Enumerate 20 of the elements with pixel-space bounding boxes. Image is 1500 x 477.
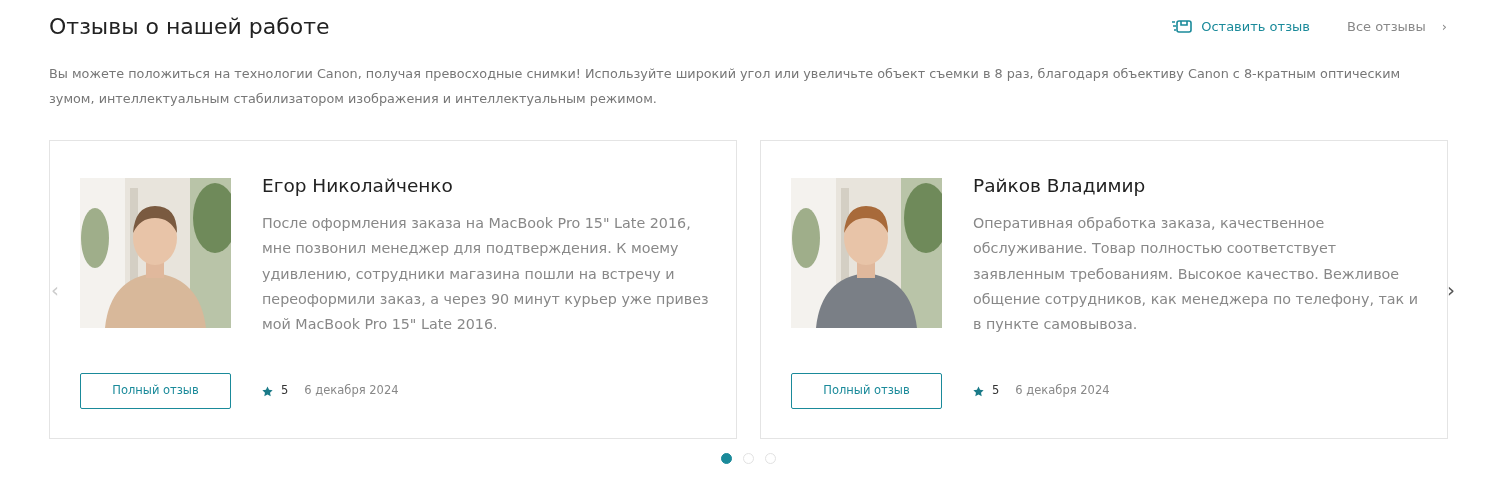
description-text: Вы можете положиться на технологии Canon, получая превосходные снимки! Используйте широкий угол или увеличьте объект съемки в 8 раз, благодаря объективу Canon с 8-кратным оптическим зумом, интеллектуальным стабилизатором изображения и интеллектуальным режимом. — [49, 65, 1402, 108]
review-icon — [1171, 19, 1194, 35]
rating-value: 5 — [992, 382, 1000, 400]
section-title: Отзывы о нашей работе — [49, 13, 330, 41]
star-icon — [262, 385, 273, 397]
review-date: 6 декабря 2024 — [304, 382, 399, 400]
star-icon — [973, 385, 984, 397]
reviewer-name: Егор Николайченко — [262, 175, 454, 197]
full-review-button[interactable]: Полный отзыв — [791, 373, 942, 409]
rating-value: 5 — [281, 382, 289, 400]
review-text: Оперативная обработка заказа, качественное обслуживание. Товар полностью соответствует заявленным требованиям. Высокое качество. Вежливое общение сотрудников, как менеджера по телефону, так и в пункте самовывоза. — [973, 214, 1420, 335]
review-date: 6 декабря 2024 — [1015, 382, 1110, 400]
chevron-icon: › — [1441, 17, 1447, 37]
page-dot[interactable] — [721, 453, 732, 464]
next-button[interactable]: › — [1444, 279, 1458, 300]
write-review-link[interactable]: Оставить отзыв — [1171, 17, 1310, 37]
full-review-button[interactable]: Полный отзыв — [80, 373, 231, 409]
all-reviews-link[interactable]: Все отзывы — [1346, 17, 1426, 37]
review-text: После оформления заказа на MacBook Pro 15" Late 2016, мне позвонил менеджер для подтверждения. К моему удивлению, сотрудники магазина пошли на встречу и переоформили заказ, а через 90 минут курьер уже привез мой MacBook Pro 15" Late 2016. — [262, 214, 710, 335]
reviewer-name: Райков Владимир — [973, 175, 1147, 197]
